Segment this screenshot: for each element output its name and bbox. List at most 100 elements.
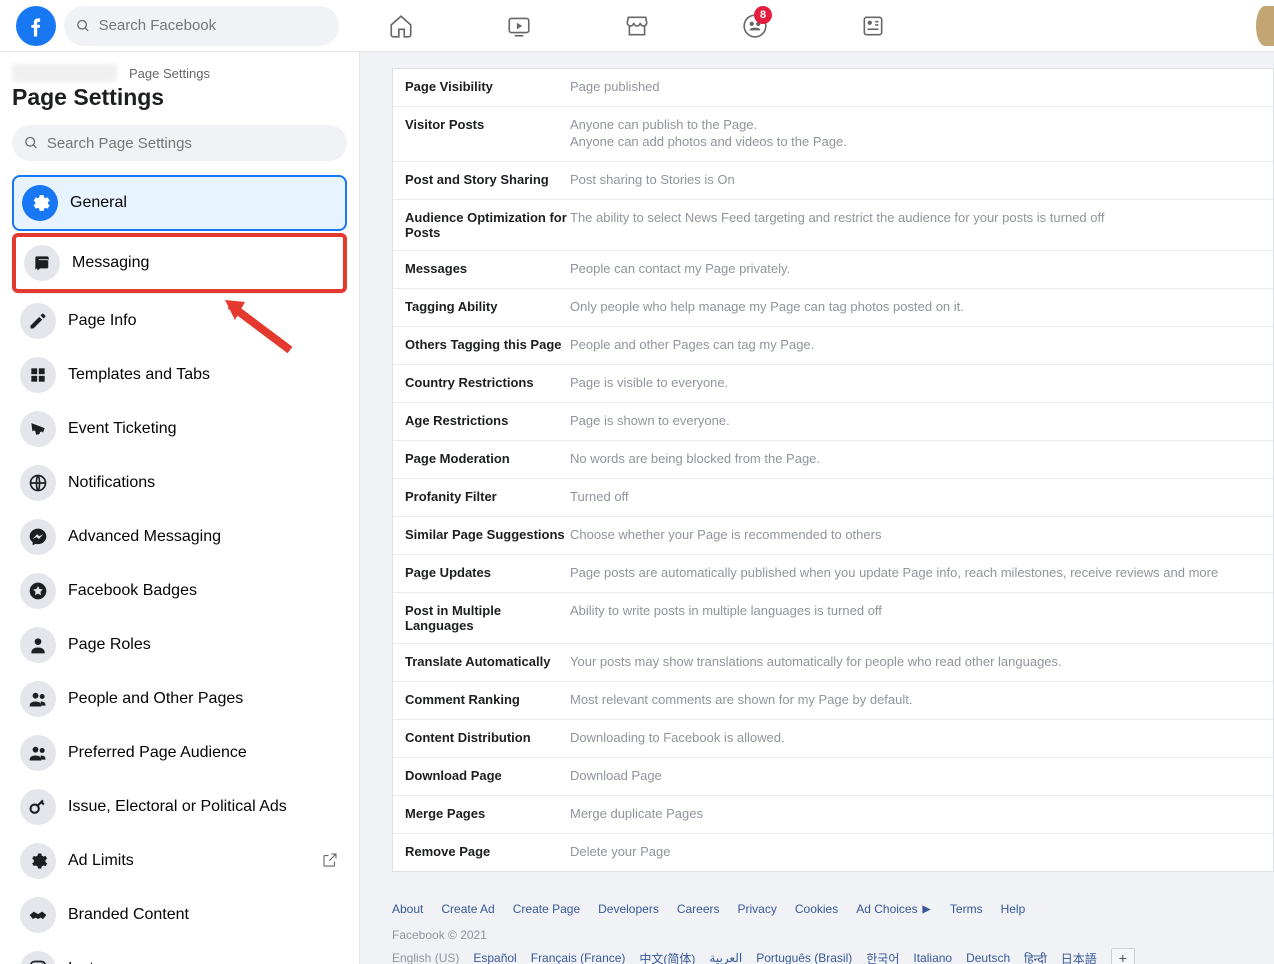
sidebar-item-label: Instagram [68, 960, 139, 964]
setting-row[interactable]: Page ModerationNo words are being blocke… [393, 441, 1273, 479]
gear-icon [22, 185, 58, 221]
breadcrumb-text: Page Settings [129, 66, 210, 81]
footer-link[interactable]: About [392, 902, 423, 916]
language-link[interactable]: Italiano [913, 951, 952, 964]
setting-label: Content Distribution [405, 730, 570, 747]
setting-row[interactable]: MessagesPeople can contact my Page priva… [393, 251, 1273, 289]
footer-link[interactable]: Cookies [795, 902, 838, 916]
sidebar-item-issue-electoral-or-political-ads[interactable]: Issue, Electoral or Political Ads [12, 781, 347, 833]
setting-row[interactable]: Translate AutomaticallyYour posts may sh… [393, 644, 1273, 682]
sidebar-item-ad-limits[interactable]: Ad Limits [12, 835, 347, 887]
footer-link[interactable]: Terms [950, 902, 983, 916]
sidebar-item-page-info[interactable]: Page Info [12, 295, 347, 347]
sidebar-item-label: Issue, Electoral or Political Ads [68, 798, 287, 816]
language-link[interactable]: 한국어 [866, 950, 899, 964]
sidebar-item-event-ticketing[interactable]: Event Ticketing [12, 403, 347, 455]
setting-row[interactable]: Country RestrictionsPage is visible to e… [393, 365, 1273, 403]
setting-value: Delete your Page [570, 844, 1261, 861]
language-link[interactable]: 日本語 [1061, 950, 1097, 964]
footer-link[interactable]: Privacy [738, 902, 777, 916]
language-link[interactable]: 中文(简体) [639, 950, 695, 964]
footer-link[interactable]: Careers [677, 902, 720, 916]
setting-value: Download Page [570, 768, 1261, 785]
setting-label: Post in Multiple Languages [405, 603, 570, 633]
setting-row[interactable]: Download PageDownload Page [393, 758, 1273, 796]
nav-watch[interactable] [464, 2, 574, 50]
setting-label: Page Moderation [405, 451, 570, 468]
setting-row[interactable]: Post in Multiple LanguagesAbility to wri… [393, 593, 1273, 644]
watch-icon [506, 13, 532, 39]
key-icon [20, 789, 56, 825]
footer-link[interactable]: Create Page [513, 902, 580, 916]
global-search-input[interactable] [99, 17, 327, 34]
setting-label: Visitor Posts [405, 117, 570, 151]
sidebar-item-messaging[interactable]: Messaging [12, 233, 347, 293]
sidebar-item-branded-content[interactable]: Branded Content [12, 889, 347, 941]
nav-news[interactable] [818, 2, 928, 50]
setting-label: Similar Page Suggestions [405, 527, 570, 544]
sidebar-item-label: Advanced Messaging [68, 528, 221, 546]
nav-home[interactable] [346, 2, 456, 50]
search-icon [76, 18, 91, 34]
setting-row[interactable]: Merge PagesMerge duplicate Pages [393, 796, 1273, 834]
setting-value: Post sharing to Stories is On [570, 172, 1261, 189]
home-icon [388, 13, 414, 39]
sidebar-item-notifications[interactable]: Notifications [12, 457, 347, 509]
global-search[interactable] [64, 6, 339, 46]
settings-search[interactable] [12, 125, 347, 161]
setting-row[interactable]: Profanity FilterTurned off [393, 479, 1273, 517]
sidebar-item-preferred-page-audience[interactable]: Preferred Page Audience [12, 727, 347, 779]
language-link[interactable]: Español [473, 951, 516, 964]
setting-label: Page Visibility [405, 79, 570, 96]
sidebar: Page Settings Page Settings GeneralMessa… [0, 52, 360, 964]
copyright: Facebook © 2021 [392, 928, 1274, 942]
settings-table: Page VisibilityPage publishedVisitor Pos… [392, 68, 1274, 872]
settings-search-input[interactable] [47, 135, 335, 152]
setting-row[interactable]: Similar Page SuggestionsChoose whether y… [393, 517, 1273, 555]
nav-marketplace[interactable] [582, 2, 692, 50]
nav-groups[interactable]: 8 [700, 2, 810, 50]
setting-row[interactable]: Remove PageDelete your Page [393, 834, 1273, 871]
footer-link[interactable]: Developers [598, 902, 659, 916]
setting-label: Post and Story Sharing [405, 172, 570, 189]
setting-row[interactable]: Page VisibilityPage published [393, 69, 1273, 107]
setting-row[interactable]: Age RestrictionsPage is shown to everyon… [393, 403, 1273, 441]
user-avatar[interactable] [1256, 6, 1274, 46]
sidebar-item-instagram[interactable]: Instagram [12, 943, 347, 964]
sidebar-item-label: Page Roles [68, 636, 151, 654]
setting-row[interactable]: Page UpdatesPage posts are automatically… [393, 555, 1273, 593]
language-link[interactable]: हिन्दी [1024, 950, 1047, 964]
language-link[interactable]: Deutsch [966, 951, 1010, 964]
sidebar-item-page-roles[interactable]: Page Roles [12, 619, 347, 671]
language-link[interactable]: العربية [709, 951, 742, 964]
top-bar: 8 [0, 0, 1274, 52]
setting-row[interactable]: Others Tagging this PagePeople and other… [393, 327, 1273, 365]
facebook-icon [22, 12, 50, 40]
language-link[interactable]: Français (France) [531, 951, 626, 964]
setting-row[interactable]: Audience Optimization for PostsThe abili… [393, 200, 1273, 251]
sidebar-item-general[interactable]: General [12, 175, 347, 231]
facebook-logo[interactable] [16, 6, 56, 46]
setting-row[interactable]: Comment RankingMost relevant comments ar… [393, 682, 1273, 720]
sidebar-item-templates-and-tabs[interactable]: Templates and Tabs [12, 349, 347, 401]
sidebar-item-people-and-other-pages[interactable]: People and Other Pages [12, 673, 347, 725]
setting-row[interactable]: Content DistributionDownloading to Faceb… [393, 720, 1273, 758]
footer-link[interactable]: Help [1001, 902, 1026, 916]
ticket-icon [20, 411, 56, 447]
sidebar-item-facebook-badges[interactable]: Facebook Badges [12, 565, 347, 617]
sidebar-item-label: Messaging [72, 254, 149, 272]
instagram-icon [20, 951, 56, 964]
setting-row[interactable]: Post and Story SharingPost sharing to St… [393, 162, 1273, 200]
setting-value: The ability to select News Feed targetin… [570, 210, 1261, 240]
more-languages-button[interactable]: + [1111, 948, 1135, 964]
sidebar-item-advanced-messaging[interactable]: Advanced Messaging [12, 511, 347, 563]
setting-row[interactable]: Tagging AbilityOnly people who help mana… [393, 289, 1273, 327]
sidebar-item-label: Branded Content [68, 906, 189, 924]
footer-link[interactable]: Create Ad [441, 902, 494, 916]
footer-link[interactable]: Ad Choices [856, 902, 932, 916]
setting-row[interactable]: Visitor PostsAnyone can publish to the P… [393, 107, 1273, 162]
marketplace-icon [624, 13, 650, 39]
messenger-icon [20, 519, 56, 555]
language-link[interactable]: Português (Brasil) [756, 951, 852, 964]
person-icon [20, 627, 56, 663]
